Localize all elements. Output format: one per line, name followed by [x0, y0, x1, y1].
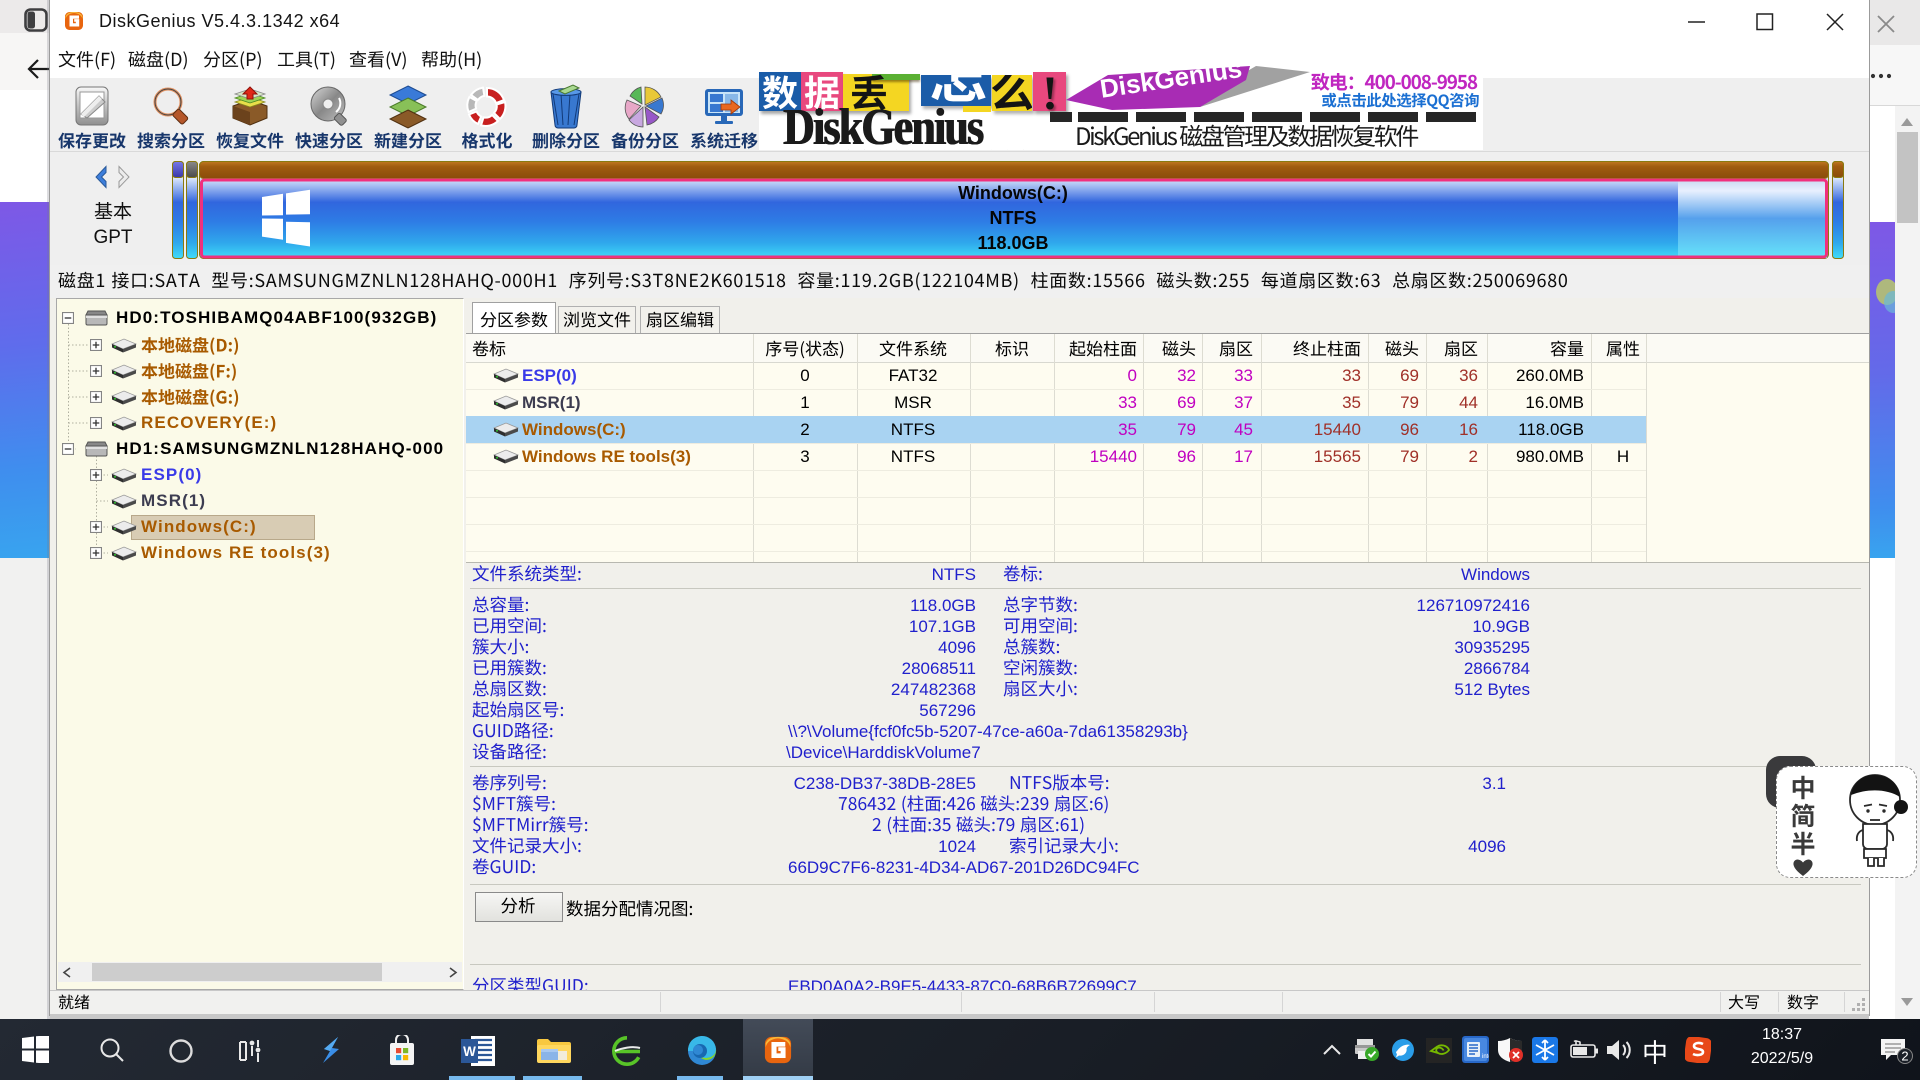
- svg-text:W: W: [463, 1044, 476, 1059]
- svg-text:2: 2: [1901, 1049, 1908, 1064]
- svg-text:intel: intel: [1482, 1054, 1489, 1060]
